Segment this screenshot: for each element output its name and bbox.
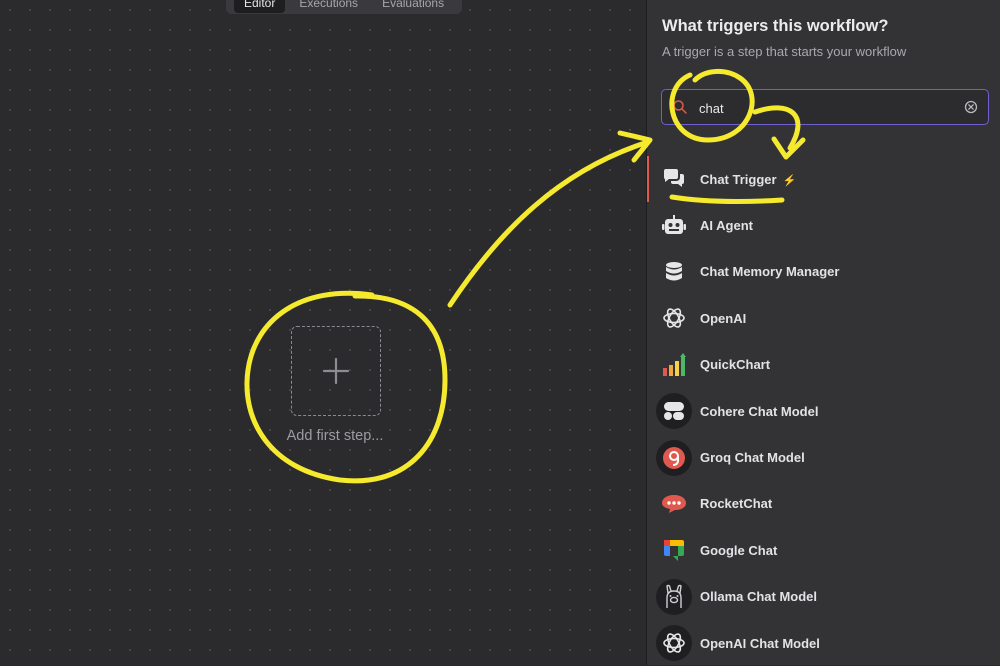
node-item-groq-chat-model[interactable]: Groq Chat Model xyxy=(647,434,1000,480)
node-item-chat-trigger[interactable]: Chat Trigger ⚡ xyxy=(647,156,1000,203)
node-label: Groq Chat Model xyxy=(700,450,805,466)
search-box[interactable] xyxy=(661,89,989,125)
node-item-google-chat[interactable]: Google Chat xyxy=(647,527,1000,573)
node-item-rocketchat[interactable]: RocketChat xyxy=(647,481,1000,527)
add-first-step-label: Add first step... xyxy=(286,428,384,444)
node-label: Cohere Chat Model xyxy=(700,403,819,419)
database-icon xyxy=(656,254,692,290)
bar-chart-icon xyxy=(656,347,692,383)
node-item-quickchart[interactable]: QuickChart xyxy=(647,342,1000,388)
google-chat-icon xyxy=(656,532,692,568)
search-icon xyxy=(673,100,687,114)
node-item-openai-chat-model[interactable]: OpenAI Chat Model xyxy=(647,620,1000,666)
node-label: AI Agent xyxy=(700,218,753,234)
clear-search-icon[interactable] xyxy=(964,100,978,114)
rocketchat-icon xyxy=(656,486,692,522)
tab-executions[interactable]: Executions xyxy=(289,0,368,13)
workflow-canvas[interactable]: Editor Executions Evaluations Add first … xyxy=(0,0,646,665)
chat-bubbles-icon xyxy=(656,161,692,197)
node-item-chat-memory-manager[interactable]: Chat Memory Manager xyxy=(647,249,1000,295)
ollama-icon xyxy=(656,578,692,615)
node-creator-panel: What triggers this workflow? A trigger i… xyxy=(646,0,1000,665)
search-input[interactable] xyxy=(697,98,961,118)
panel-subtitle: A trigger is a step that starts your wor… xyxy=(662,44,907,59)
tab-editor[interactable]: Editor xyxy=(234,0,286,13)
node-label: Chat Memory Manager xyxy=(700,264,840,280)
groq-icon xyxy=(656,439,692,476)
node-label: Google Chat xyxy=(700,542,778,558)
add-first-step-button[interactable] xyxy=(291,326,381,416)
node-list: Chat Trigger ⚡ AI Agent Chat Memory Mana… xyxy=(647,156,1000,666)
node-label: Ollama Chat Model xyxy=(700,589,818,605)
node-label: RocketChat xyxy=(700,496,773,512)
cohere-icon xyxy=(656,393,692,430)
plus-icon xyxy=(322,357,350,385)
robot-icon xyxy=(656,208,692,244)
panel-title: What triggers this workflow? xyxy=(662,17,889,35)
node-item-ai-agent[interactable]: AI Agent xyxy=(647,202,1000,248)
node-label: Chat Trigger xyxy=(700,171,777,187)
openai-icon xyxy=(656,625,692,662)
openai-icon xyxy=(656,300,692,336)
node-item-openai[interactable]: OpenAI xyxy=(647,295,1000,341)
node-item-cohere-chat-model[interactable]: Cohere Chat Model xyxy=(647,388,1000,434)
node-label: OpenAI xyxy=(700,310,747,326)
trigger-bolt-icon: ⚡ xyxy=(782,174,797,187)
view-tabs: Editor Executions Evaluations xyxy=(226,0,463,14)
node-label: QuickChart xyxy=(700,357,771,373)
tab-evaluations[interactable]: Evaluations xyxy=(372,0,454,13)
node-label: OpenAI Chat Model xyxy=(700,635,820,651)
node-item-ollama-chat-model[interactable]: Ollama Chat Model xyxy=(647,574,1000,620)
